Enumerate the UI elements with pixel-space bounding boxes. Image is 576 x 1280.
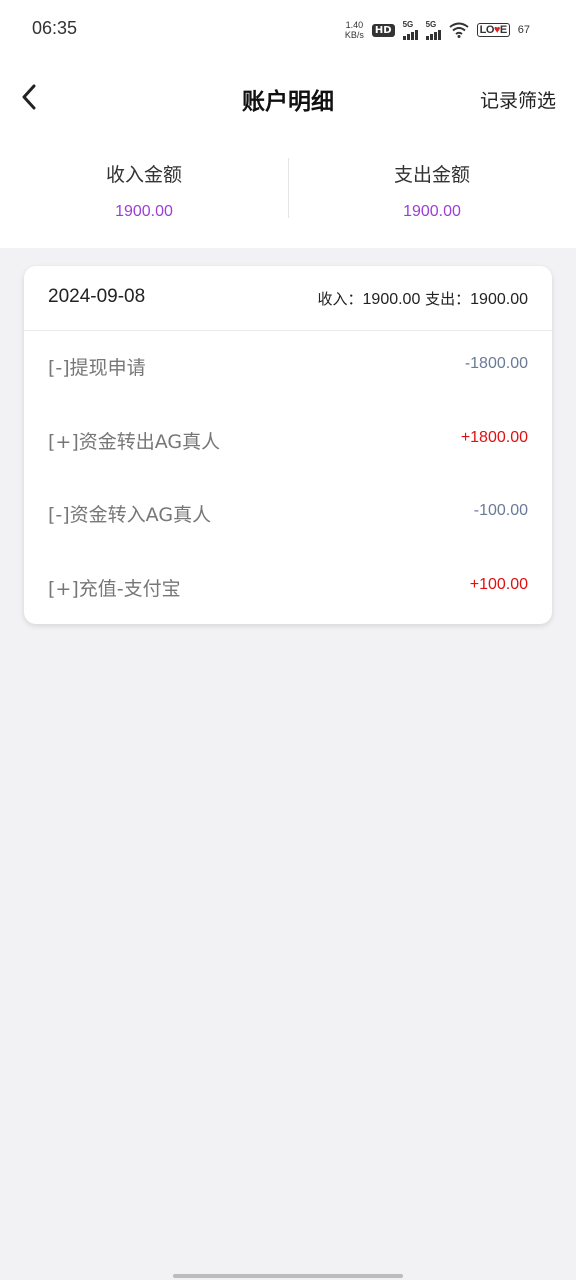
record-filter-button[interactable]: 记录筛选 bbox=[480, 86, 556, 113]
expense-value: 1900.00 bbox=[403, 203, 461, 220]
signal-sim1-icon: 5G bbox=[402, 20, 418, 40]
status-time: 06:35 bbox=[32, 18, 78, 38]
record-amount: +100.00 bbox=[469, 575, 528, 593]
income-label: 收入金额 bbox=[105, 164, 182, 186]
day-stats: 收入：1900.00 支出：1900.00 bbox=[318, 288, 529, 309]
day-income-value: 1900.00 bbox=[362, 291, 421, 308]
hd-icon: HD bbox=[371, 23, 395, 37]
record-label: [+]资金转出AG真人 bbox=[48, 430, 221, 453]
expense-label: 支出金额 bbox=[393, 164, 470, 186]
record-row[interactable]: [+]资金转出AG真人 +1800.00 bbox=[24, 405, 552, 479]
day-expense-value: 1900.00 bbox=[470, 291, 528, 308]
day-header: 2024-09-08 收入：1900.00 支出：1900.00 bbox=[24, 266, 552, 331]
sim1-label: 5G bbox=[402, 20, 414, 29]
network-speed-value: 1.40 bbox=[345, 20, 364, 30]
battery-level: 67 bbox=[517, 24, 530, 36]
sim2-label: 5G bbox=[425, 20, 437, 29]
income-value: 1900.00 bbox=[115, 203, 173, 220]
home-indicator[interactable] bbox=[173, 1274, 403, 1278]
day-record-card: 2024-09-08 收入：1900.00 支出：1900.00 [-]提现申请… bbox=[24, 266, 552, 624]
expense-summary: 支出金额 1900.00 bbox=[288, 136, 576, 248]
record-row[interactable]: [-]提现申请 -1800.00 bbox=[24, 331, 552, 405]
account-summary: 收入金额 1900.00 支出金额 1900.00 bbox=[0, 136, 576, 248]
record-amount: -1800.00 bbox=[464, 355, 528, 372]
signal-sim2-icon: 5G bbox=[425, 20, 441, 40]
record-label: [-]提现申请 bbox=[48, 357, 146, 379]
record-label: [+]充值-支付宝 bbox=[48, 577, 181, 600]
summary-divider bbox=[288, 158, 289, 218]
battery-text-b: E bbox=[499, 24, 507, 36]
record-amount: -100.00 bbox=[473, 502, 528, 519]
status-icons: 1.40 KB/s HD 5G 5G LO♥E 67 bbox=[345, 16, 530, 44]
record-row[interactable]: [+]充值-支付宝 +100.00 bbox=[24, 552, 552, 626]
network-speed-unit: KB/s bbox=[344, 30, 364, 40]
network-speed: 1.40 KB/s bbox=[345, 20, 364, 40]
record-amount: +1800.00 bbox=[460, 428, 528, 446]
day-date: 2024-09-08 bbox=[48, 286, 146, 307]
nav-bar: 账户明细 记录筛选 bbox=[0, 60, 576, 136]
status-bar: 06:35 1.40 KB/s HD 5G 5G LO♥E 67 bbox=[0, 0, 576, 60]
battery-text-a: LO bbox=[479, 24, 495, 36]
income-summary: 收入金额 1900.00 bbox=[0, 136, 288, 248]
battery-icon: LO♥E bbox=[476, 23, 510, 37]
day-expense-label: 支出： bbox=[425, 290, 471, 308]
day-income-label: 收入： bbox=[317, 290, 363, 308]
wifi-icon bbox=[448, 22, 469, 38]
record-row[interactable]: [-]资金转入AG真人 -100.00 bbox=[24, 478, 552, 552]
record-label: [-]资金转入AG真人 bbox=[48, 504, 212, 526]
